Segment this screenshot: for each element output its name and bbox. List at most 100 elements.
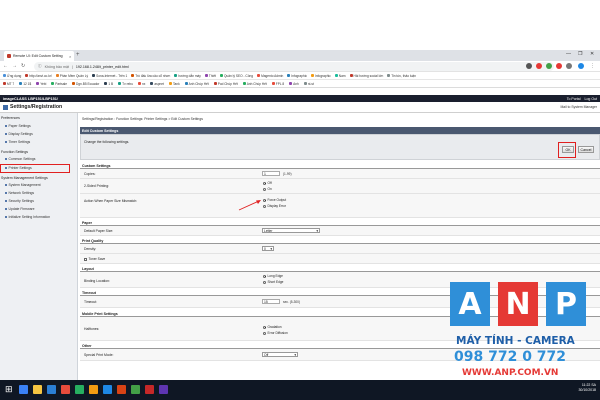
bookmark-item[interactable]: Anh Chúp Hết xyxy=(184,82,209,86)
force-output-radio[interactable]: Force Output xyxy=(263,198,286,202)
short-edge-radio[interactable]: Short Edge xyxy=(263,280,283,284)
bookmark-item[interactable]: Infographic xyxy=(311,74,331,78)
sidebar-item-common-settings[interactable]: Common Settings xyxy=(5,157,35,161)
bookmark-item[interactable]: nx xyxy=(137,82,145,86)
star-icon[interactable] xyxy=(526,63,532,69)
taskbar-app-icon[interactable] xyxy=(131,385,140,394)
chevron-down-icon: ▾ xyxy=(316,228,318,233)
bookmark-item[interactable]: Magento Admin xyxy=(257,74,283,78)
two-sided-off-radio[interactable]: Off xyxy=(263,181,272,185)
sidebar-section-preferences[interactable]: Preferences xyxy=(1,116,20,120)
bookmark-item[interactable]: Trò đấu lừa câu cổ nhơn xyxy=(131,74,170,78)
bookmark-item[interactable]: Quản lý SEO - Công xyxy=(220,74,253,78)
taskbar-app-icon[interactable] xyxy=(19,385,28,394)
sidebar-item-timer-settings[interactable]: Timer Settings xyxy=(5,140,30,144)
bookmark-item[interactable]: Nam xyxy=(334,74,346,78)
sidebar-item-system-management[interactable]: System Management xyxy=(5,183,41,187)
minimize-icon[interactable]: — xyxy=(566,51,571,57)
taskbar-app-icon[interactable] xyxy=(103,385,112,394)
profile-avatar[interactable] xyxy=(578,63,584,69)
sidebar-item-initialize[interactable]: Initialize Setting Information xyxy=(5,215,50,219)
sidebar-item-paper-settings[interactable]: Paper Settings xyxy=(5,124,31,128)
default-paper-select[interactable]: Letter ▾ xyxy=(262,228,320,233)
bookmark-item[interactable]: Pod Chúp Hết xyxy=(213,82,238,86)
taskbar-app-icon[interactable] xyxy=(145,385,154,394)
sidebar-item-display-settings[interactable]: Display Settings xyxy=(5,132,33,136)
extension-icon[interactable] xyxy=(546,63,552,69)
bookmark-item[interactable]: ni-st xyxy=(303,82,314,86)
menu-icon[interactable]: ⋮ xyxy=(590,63,595,69)
bookmark-favicon-icon xyxy=(303,82,307,85)
setting-row xyxy=(80,226,600,236)
bookmark-item[interactable]: Thiết xyxy=(204,74,216,78)
bookmark-item[interactable]: Phần Mềm Quản Lý xyxy=(55,74,88,78)
sidebar-item-network-settings[interactable]: Network Settings xyxy=(5,191,34,195)
to-portal-link[interactable]: To Portal xyxy=(567,97,581,101)
sidebar-section-function[interactable]: Function Settings xyxy=(1,150,28,154)
bookmark-item[interactable]: Hải hướng social lớn xyxy=(349,74,383,78)
bookmark-item[interactable]: Anh xyxy=(289,82,299,86)
bookmark-item[interactable]: Yebi xyxy=(36,82,46,86)
bookmark-favicon-icon xyxy=(257,74,261,77)
address-bar[interactable]: ⓘ Không bảo mật | 192.168.1.248/t_printe… xyxy=(34,62,554,71)
copies-input[interactable]: 1 xyxy=(262,171,280,176)
logout-link[interactable]: Log Out xyxy=(585,97,597,101)
two-sided-on-radio[interactable]: On xyxy=(263,187,272,191)
browser-tab[interactable]: Remote UI: Edit Custom Setting × xyxy=(4,51,74,61)
cancel-button[interactable]: Cancel xyxy=(578,146,594,153)
back-icon[interactable]: ← xyxy=(3,63,8,69)
sidebar-section-system[interactable]: System Management Settings xyxy=(1,176,48,180)
bullet-icon xyxy=(5,184,7,186)
display-error-radio[interactable]: Display Error xyxy=(263,204,286,208)
system-clock[interactable]: 11:22 SA 30/10/2018 xyxy=(578,383,596,393)
new-tab-icon[interactable]: + xyxy=(76,52,80,58)
maximize-icon[interactable]: ❐ xyxy=(578,51,582,57)
bookmark-item[interactable]: FPL 8 xyxy=(271,82,284,86)
bookmark-item[interactable]: 12 1$ xyxy=(19,82,31,86)
extension-icon[interactable] xyxy=(556,63,562,69)
gradation-radio[interactable]: Gradation xyxy=(263,325,282,329)
extension-icon[interactable] xyxy=(536,63,542,69)
taskbar-app-icon[interactable] xyxy=(47,385,56,394)
bookmark-item[interactable]: aspnet xyxy=(150,82,164,86)
extension-icon[interactable] xyxy=(566,63,572,69)
bookmark-item[interactable]: Sona-Internet - Trên 1 xyxy=(92,74,127,78)
close-window-icon[interactable]: ✕ xyxy=(590,51,594,57)
ok-button-highlight xyxy=(558,142,576,158)
bookmark-item[interactable]: Anh Chúp Hết xyxy=(242,82,267,86)
bookmark-item[interactable]: hướng dẫn máy xyxy=(174,74,201,78)
long-edge-radio[interactable]: Long Edge xyxy=(263,274,283,278)
bookmark-item[interactable]: Infographic xyxy=(287,74,307,78)
start-icon[interactable]: ⊞ xyxy=(5,385,14,394)
bookmark-item[interactable]: Partsale xyxy=(51,82,67,86)
bookmark-label: Ứng dụng xyxy=(7,73,22,78)
taskbar-app-icon[interactable] xyxy=(61,385,70,394)
taskbar-app-icon[interactable] xyxy=(33,385,42,394)
taskbar-app-icon[interactable] xyxy=(89,385,98,394)
forward-icon[interactable]: → xyxy=(12,63,17,69)
bookmark-item[interactable]: Ứng dụng xyxy=(3,74,21,78)
bookmark-item[interactable]: http://anvi.co.kr/ xyxy=(25,74,52,78)
taskbar-app-icon[interactable] xyxy=(159,385,168,394)
bookmark-item[interactable]: Dgn.B5 Ecuador xyxy=(71,82,99,86)
bookmark-item[interactable]: Tank xyxy=(168,82,180,86)
bookmark-item[interactable]: Tin tức, thảo luận xyxy=(387,74,416,78)
bookmark-item[interactable]: Tv rebu xyxy=(118,82,133,86)
bullet-icon xyxy=(5,216,7,218)
special-mode-select[interactable]: Off ▾ xyxy=(262,352,298,357)
taskbar-app-icon[interactable] xyxy=(117,385,126,394)
toner-save-checkbox[interactable]: Toner Save xyxy=(84,257,105,261)
density-select[interactable]: 0 ▾ xyxy=(262,246,274,251)
sidebar-item-security-settings[interactable]: Security Settings xyxy=(5,199,34,203)
tab-close-icon[interactable]: × xyxy=(69,54,71,59)
timeout-input[interactable]: 15 xyxy=(262,299,280,304)
bullet-icon xyxy=(5,192,7,194)
timeout-range: sec. (5-300) xyxy=(283,300,301,304)
bookmark-item[interactable]: MT 7 xyxy=(3,82,14,86)
bookmark-item[interactable]: 1 B xyxy=(104,82,113,86)
sidebar-item-update-firmware[interactable]: Update Firmware xyxy=(5,207,35,211)
error-diffusion-radio[interactable]: Error Diffusion xyxy=(263,331,288,335)
reload-icon[interactable]: ↻ xyxy=(21,63,25,69)
mail-admin-link[interactable]: Mail to System Manager xyxy=(560,105,597,109)
taskbar-app-icon[interactable] xyxy=(75,385,84,394)
